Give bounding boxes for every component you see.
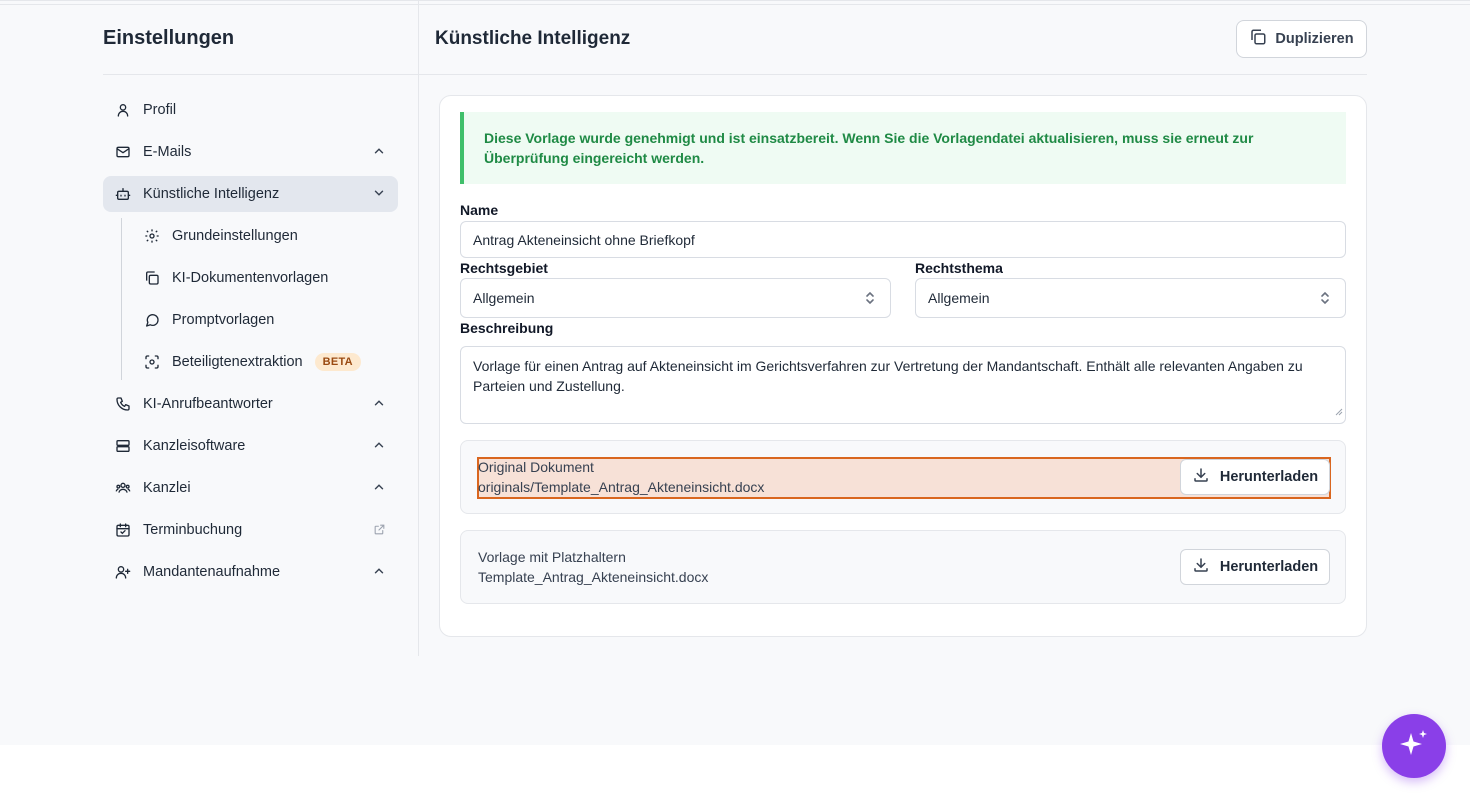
phone-icon bbox=[115, 396, 131, 412]
calendar-icon bbox=[115, 522, 131, 538]
download-icon bbox=[1192, 466, 1210, 488]
rechtsgebiet-value: Allgemein bbox=[473, 290, 535, 306]
sidebar-item-label: Mandantenaufnahme bbox=[143, 564, 281, 580]
sidebar-item-label: Beteiligtenextraktion bbox=[172, 354, 303, 370]
sidebar-item-promptvorlagen[interactable]: Promptvorlagen bbox=[144, 302, 398, 338]
beschreibung-textarea[interactable]: Vorlage für einen Antrag auf Akteneinsic… bbox=[460, 346, 1346, 424]
rechtsthema-label: Rechtsthema bbox=[915, 260, 1003, 276]
sidebar-item-label: Promptvorlagen bbox=[172, 312, 275, 328]
chevron-up-down-icon bbox=[864, 291, 876, 308]
sidebar-item-label: KI-Anrufbeantworter bbox=[143, 396, 273, 412]
sidebar-item-label: Terminbuchung bbox=[143, 522, 243, 538]
scan-face-icon bbox=[144, 354, 160, 370]
users-icon bbox=[115, 480, 131, 496]
sidebar-item-profil[interactable]: Profil bbox=[103, 92, 398, 128]
original-document-box: Original Dokument originals/Template_Ant… bbox=[460, 440, 1346, 514]
ai-assistant-button[interactable] bbox=[1382, 714, 1446, 778]
beta-badge: BETA bbox=[314, 353, 361, 371]
name-value: Antrag Akteneinsicht ohne Briefkopf bbox=[473, 231, 695, 248]
download-template-button[interactable]: Herunterladen bbox=[1180, 549, 1330, 585]
sidebar-item-label: Kanzleisoftware bbox=[143, 438, 246, 454]
template-document-file: Template_Antrag_Akteneinsicht.docx bbox=[478, 569, 709, 585]
chat-icon bbox=[144, 312, 160, 328]
sidebar-item-label: Grundeinstellungen bbox=[172, 228, 298, 244]
duplicate-label: Duplizieren bbox=[1275, 31, 1354, 47]
rechtsgebiet-select[interactable]: Allgemein bbox=[460, 278, 891, 318]
gear-icon bbox=[144, 228, 160, 244]
sidebar-item-kanzleisoftware[interactable]: Kanzleisoftware bbox=[103, 428, 398, 464]
chevron-up-icon bbox=[372, 396, 386, 410]
sidebar-item-ki-dokumentenvorlagen[interactable]: KI-Dokumentenvorlagen bbox=[144, 260, 398, 296]
chevron-up-icon bbox=[372, 438, 386, 452]
settings-nav: Profil E-Mails Künstliche Intelligenz Gr… bbox=[103, 92, 398, 596]
chevron-up-icon bbox=[372, 564, 386, 578]
duplicate-button[interactable]: Duplizieren bbox=[1236, 20, 1367, 58]
chevron-up-down-icon bbox=[1319, 291, 1331, 308]
name-input[interactable]: Antrag Akteneinsicht ohne Briefkopf bbox=[460, 221, 1346, 258]
chevron-up-icon bbox=[372, 144, 386, 158]
chevron-down-icon bbox=[372, 186, 386, 200]
original-document-title: Original Dokument bbox=[478, 459, 594, 475]
copy-icon bbox=[144, 270, 160, 286]
sidebar-item-mandantenaufnahme[interactable]: Mandantenaufnahme bbox=[103, 554, 398, 590]
resize-handle-icon[interactable] bbox=[1335, 401, 1343, 421]
rechtsgebiet-label: Rechtsgebiet bbox=[460, 260, 548, 276]
sidebar-item-label: Kanzlei bbox=[143, 480, 191, 496]
sidebar-item-label: KI-Dokumentenvorlagen bbox=[172, 270, 329, 286]
ki-submenu: Grundeinstellungen KI-Dokumentenvorlagen… bbox=[121, 218, 398, 380]
sidebar-item-ki-anrufbeantworter[interactable]: KI-Anrufbeantworter bbox=[103, 386, 398, 422]
page-title: Künstliche Intelligenz bbox=[435, 28, 631, 49]
download-icon bbox=[1192, 556, 1210, 578]
external-link-icon bbox=[373, 523, 386, 540]
sidebar-item-label: Profil bbox=[143, 102, 177, 118]
name-label: Name bbox=[460, 202, 499, 218]
copy-icon bbox=[1249, 28, 1267, 50]
rechtsthema-value: Allgemein bbox=[928, 290, 990, 306]
user-plus-icon bbox=[115, 564, 131, 580]
original-document-file: originals/Template_Antrag_Akteneinsicht.… bbox=[478, 479, 765, 495]
sparkle-icon bbox=[1397, 727, 1431, 766]
sidebar-item-ki[interactable]: Künstliche Intelligenz bbox=[103, 176, 398, 212]
sidebar-item-grundeinstellungen[interactable]: Grundeinstellungen bbox=[144, 218, 398, 254]
approval-alert: Diese Vorlage wurde genehmigt und ist ei… bbox=[460, 112, 1346, 184]
beschreibung-label: Beschreibung bbox=[460, 320, 554, 336]
sidebar-divider bbox=[103, 74, 419, 75]
download-label: Herunterladen bbox=[1219, 559, 1319, 575]
template-document-title: Vorlage mit Platzhaltern bbox=[478, 549, 626, 565]
sidebar-title: Einstellungen bbox=[103, 27, 235, 49]
server-icon bbox=[115, 438, 131, 454]
download-label: Herunterladen bbox=[1219, 469, 1319, 485]
chevron-up-icon bbox=[372, 480, 386, 494]
sidebar-item-terminbuchung[interactable]: Terminbuchung bbox=[103, 512, 398, 548]
beschreibung-value: Vorlage für einen Antrag auf Akteneinsic… bbox=[473, 358, 1303, 394]
sidebar-item-emails[interactable]: E-Mails bbox=[103, 134, 398, 170]
mail-icon bbox=[115, 144, 131, 160]
bot-icon bbox=[115, 186, 131, 202]
settings-sidebar: Einstellungen Profil E-Mails Künstliche … bbox=[103, 0, 419, 656]
sidebar-item-beteiligtenextraktion[interactable]: Beteiligtenextraktion BETA bbox=[144, 344, 398, 380]
user-icon bbox=[115, 102, 131, 118]
template-document-box: Vorlage mit Platzhaltern Template_Antrag… bbox=[460, 530, 1346, 604]
sidebar-item-kanzlei[interactable]: Kanzlei bbox=[103, 470, 398, 506]
sidebar-item-label: Künstliche Intelligenz bbox=[143, 186, 280, 202]
template-card: Diese Vorlage wurde genehmigt und ist ei… bbox=[439, 95, 1367, 637]
main-divider bbox=[419, 74, 1367, 75]
sidebar-item-label: E-Mails bbox=[143, 144, 192, 160]
rechtsthema-select[interactable]: Allgemein bbox=[915, 278, 1346, 318]
download-original-button[interactable]: Herunterladen bbox=[1180, 459, 1330, 495]
